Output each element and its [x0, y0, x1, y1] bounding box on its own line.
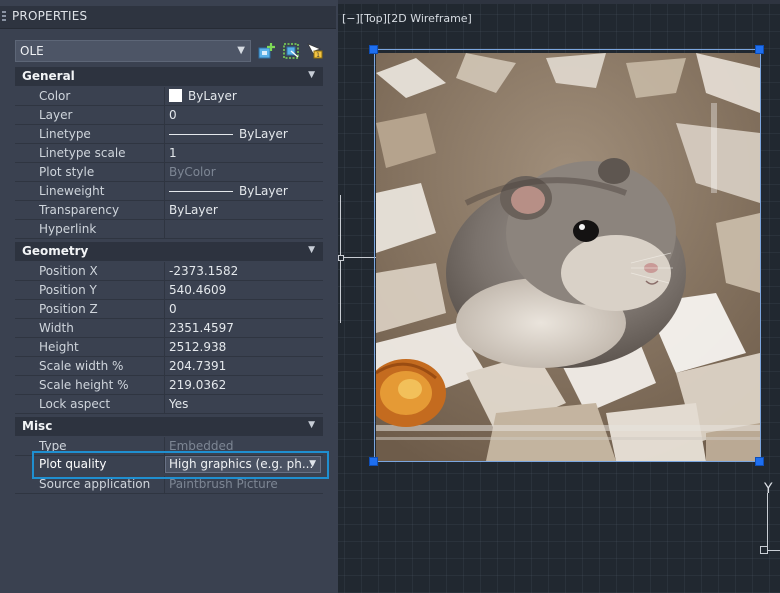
- color-value-text: ByLayer: [188, 89, 237, 103]
- property-row-width[interactable]: Width 2351.4597: [15, 319, 323, 338]
- properties-palette: PROPERTIES OLE ▼ 1 General ▼ Color ByLay…: [0, 0, 338, 593]
- drag-grip-icon[interactable]: [2, 11, 6, 23]
- selection-highlight-box: [32, 451, 329, 479]
- property-name: Hyperlink: [15, 220, 165, 238]
- collapse-chevron-icon[interactable]: ▼: [308, 245, 315, 255]
- property-value[interactable]: 0: [165, 106, 323, 124]
- category-geometry-label: Geometry: [22, 244, 89, 258]
- ucs-x-axis: [767, 550, 780, 551]
- property-value[interactable]: 1: [165, 144, 323, 162]
- grip-top-right[interactable]: [755, 45, 764, 54]
- property-value[interactable]: [165, 220, 323, 238]
- ucs-y-axis-label: Y: [764, 481, 773, 497]
- property-value[interactable]: 2351.4597: [165, 319, 323, 337]
- chevron-down-icon: ▼: [237, 45, 245, 56]
- object-type-dropdown[interactable]: OLE ▼: [15, 40, 251, 62]
- toggle-pickadd-icon[interactable]: 1: [306, 42, 324, 60]
- property-name: Position Z: [15, 300, 165, 318]
- select-objects-icon[interactable]: [282, 42, 300, 60]
- grip-bottom-right[interactable]: [755, 457, 764, 466]
- property-row-position-x[interactable]: Position X -2373.1582: [15, 262, 323, 281]
- property-value[interactable]: 204.7391: [165, 357, 323, 375]
- object-type-value: OLE: [20, 44, 44, 58]
- property-value[interactable]: 2512.938: [165, 338, 323, 356]
- geometry-property-grid: Position X -2373.1582 Position Y 540.460…: [15, 262, 323, 414]
- general-property-grid: Color ByLayer Layer 0 Linetype ByLayer L…: [15, 87, 323, 239]
- property-name: Position Y: [15, 281, 165, 299]
- property-row-position-z[interactable]: Position Z 0: [15, 300, 323, 319]
- property-value: ByColor: [169, 165, 216, 179]
- color-swatch-icon: [169, 89, 182, 102]
- property-value[interactable]: 0: [165, 300, 323, 318]
- property-value[interactable]: ByLayer: [165, 87, 323, 105]
- property-row-lineweight[interactable]: Lineweight ByLayer: [15, 182, 323, 201]
- property-name: Plot style: [15, 163, 165, 181]
- lineweight-sample-icon: [169, 191, 233, 192]
- property-row-height[interactable]: Height 2512.938: [15, 338, 323, 357]
- quick-select-icon[interactable]: [258, 42, 276, 60]
- lineweight-value-text: ByLayer: [239, 184, 288, 198]
- property-row-linetype[interactable]: Linetype ByLayer: [15, 125, 323, 144]
- property-value[interactable]: Yes: [165, 395, 323, 413]
- property-name: Position X: [15, 262, 165, 280]
- grip-bottom-left[interactable]: [369, 457, 378, 466]
- property-name: Color: [15, 87, 165, 105]
- property-row-position-y[interactable]: Position Y 540.4609: [15, 281, 323, 300]
- property-value[interactable]: 219.0362: [165, 376, 323, 394]
- linetype-value-text: ByLayer: [239, 127, 288, 141]
- property-row-transparency[interactable]: Transparency ByLayer: [15, 201, 323, 220]
- property-name: Scale height %: [15, 376, 165, 394]
- category-general-header[interactable]: General ▼: [15, 67, 323, 86]
- ucs-y-axis: [767, 493, 768, 547]
- property-value[interactable]: -2373.1582: [165, 262, 323, 280]
- ole-selection-frame: [374, 49, 761, 462]
- category-misc-label: Misc: [22, 419, 53, 433]
- ucs-origin-icon: [760, 546, 768, 554]
- linetype-sample-icon: [169, 134, 233, 135]
- category-geometry-header[interactable]: Geometry ▼: [15, 242, 323, 261]
- property-row-plot-style[interactable]: Plot style ByColor: [15, 163, 323, 182]
- viewport-controls-label[interactable]: [−][Top][2D Wireframe]: [342, 12, 472, 25]
- palette-title: PROPERTIES: [12, 9, 88, 23]
- svg-text:1: 1: [316, 52, 320, 59]
- property-value[interactable]: ByLayer: [165, 125, 323, 143]
- category-general-label: General: [22, 69, 75, 83]
- property-row-linetype-scale[interactable]: Linetype scale 1: [15, 144, 323, 163]
- property-row-lock-aspect[interactable]: Lock aspect Yes: [15, 395, 323, 414]
- property-name: Transparency: [15, 201, 165, 219]
- palette-title-bar[interactable]: PROPERTIES: [0, 6, 336, 29]
- property-row-scale-width[interactable]: Scale width % 204.7391: [15, 357, 323, 376]
- property-name: Lineweight: [15, 182, 165, 200]
- property-name: Scale width %: [15, 357, 165, 375]
- property-name: Layer: [15, 106, 165, 124]
- property-name: Linetype scale: [15, 144, 165, 162]
- property-name: Height: [15, 338, 165, 356]
- category-misc-header[interactable]: Misc ▼: [15, 417, 323, 436]
- property-name: Lock aspect: [15, 395, 165, 413]
- grip-top-left[interactable]: [369, 45, 378, 54]
- collapse-chevron-icon[interactable]: ▼: [308, 70, 315, 80]
- property-name: Width: [15, 319, 165, 337]
- property-row-color[interactable]: Color ByLayer: [15, 87, 323, 106]
- crosshair-pickbox: [338, 255, 344, 261]
- property-row-layer[interactable]: Layer 0: [15, 106, 323, 125]
- property-row-scale-height[interactable]: Scale height % 219.0362: [15, 376, 323, 395]
- drawing-viewport[interactable]: [−][Top][2D Wireframe] Y: [338, 0, 780, 593]
- property-value[interactable]: ByLayer: [165, 182, 323, 200]
- collapse-chevron-icon[interactable]: ▼: [308, 420, 315, 430]
- property-row-hyperlink[interactable]: Hyperlink: [15, 220, 323, 239]
- property-name: Linetype: [15, 125, 165, 143]
- property-value[interactable]: 540.4609: [165, 281, 323, 299]
- property-value[interactable]: ByLayer: [165, 201, 323, 219]
